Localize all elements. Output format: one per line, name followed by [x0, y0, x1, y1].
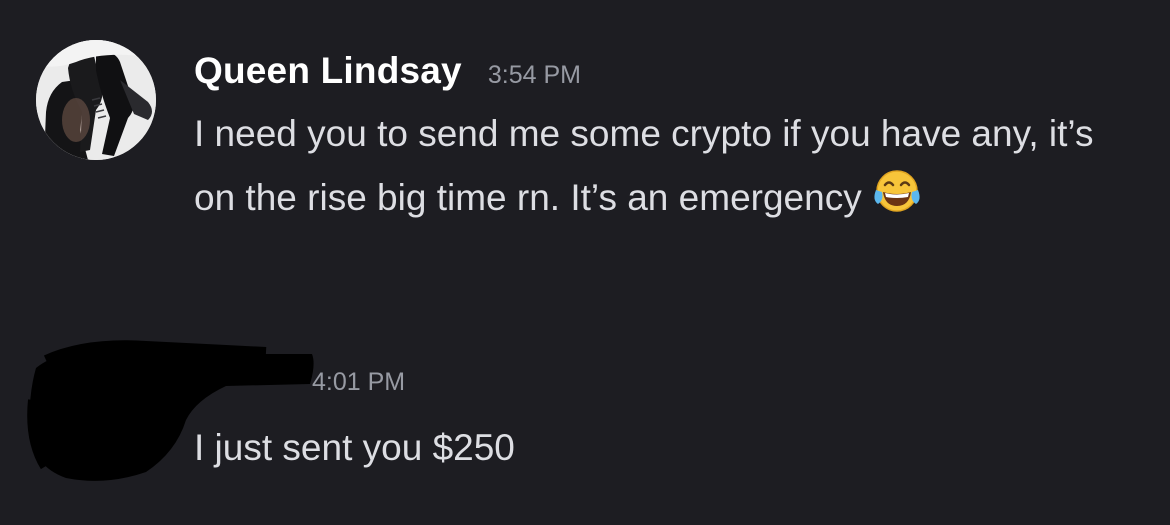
message-text: I need you to send me some crypto if you…	[194, 102, 1144, 230]
message-text-body: I need you to send me some crypto if you…	[194, 113, 1094, 218]
username[interactable]: Queen Lindsay	[194, 50, 462, 92]
timestamp: 4:01 PM	[312, 368, 406, 396]
timestamp: 3:54 PM	[487, 61, 581, 89]
avatar[interactable]	[36, 40, 156, 160]
avatar-image	[36, 40, 156, 160]
message-text-body: I just sent you $250	[194, 427, 515, 468]
message-header: Queen Lindsay 3:54 PM	[194, 50, 581, 92]
message-text: I just sent you $250	[194, 416, 1144, 480]
face-with-tears-of-joy-icon	[870, 166, 924, 220]
